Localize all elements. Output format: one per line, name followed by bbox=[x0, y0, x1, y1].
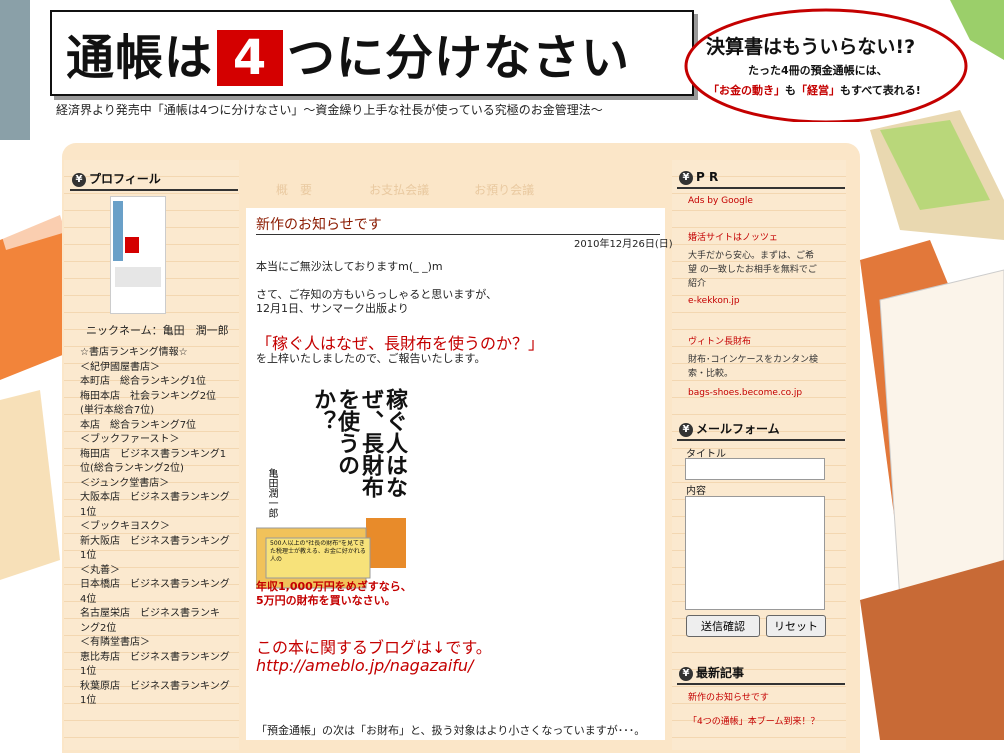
ranking-line: (単行本総合7位) bbox=[80, 405, 155, 416]
ranking-line: 秋葉原店 ビジネス書ランキング bbox=[80, 680, 230, 692]
ad-title-link[interactable]: ヴィトン長財布 bbox=[688, 334, 751, 347]
mail-body-textarea[interactable] bbox=[685, 496, 825, 610]
ad-description: 財布･コインケースをカンタン検 bbox=[688, 355, 819, 365]
post-paragraph: 「預金通帳」の次は「お財布」と、扱う対象はより小さくなっていますが･･･。 bbox=[256, 724, 646, 737]
ranking-line: 本店 総合ランキング7位 bbox=[80, 419, 197, 431]
ranking-line: 梅田本店 社会ランキング2位 bbox=[80, 390, 217, 402]
reset-button[interactable]: リセット bbox=[766, 615, 826, 637]
ranking-line: 恵比寿店 ビジネス書ランキング bbox=[80, 651, 230, 663]
ranking-line: 日本橋店 ビジネス書ランキング bbox=[80, 579, 230, 590]
ad-description: 大手だから安心。まずは、ご希 bbox=[688, 251, 815, 261]
book-cover-image[interactable]: 稼ぐ人はなぜ、長財布を使うのか？ 亀田潤一郎 500人以上の"社長の財布"を見て… bbox=[256, 378, 414, 616]
post-title[interactable]: 新作のお知らせです bbox=[256, 214, 382, 234]
nav-item-deposit[interactable]: お預り会議 bbox=[454, 175, 554, 205]
nav-bar: 概 要 お支払会議 お預り会議 bbox=[244, 175, 668, 205]
book-cover-title: 稼ぐ人はなぜ、長財布を使うのか？ bbox=[310, 388, 407, 498]
ranking-line: ＜ブックキヨスク＞ bbox=[80, 521, 170, 532]
ranking-line: 大阪本店 ビジネス書ランキング bbox=[80, 492, 230, 503]
mail-form-heading: ¥ メールフォーム bbox=[677, 418, 845, 441]
mail-body-label: 内容 bbox=[686, 486, 706, 497]
ad-description: 索・比較。 bbox=[688, 369, 734, 379]
blog-title: 通帳は 4 つに分けなさい bbox=[66, 18, 630, 88]
send-confirm-button[interactable]: 送信確認 bbox=[686, 615, 760, 637]
book-cover-band-text: 500人以上の"社長の財布"を見てきた税理士が教える、お金に好かれる人の bbox=[270, 540, 366, 563]
ranking-line: 4位 bbox=[80, 593, 97, 605]
ranking-line: 位(総合ランキング2位) bbox=[80, 463, 184, 474]
ranking-line: 1位 bbox=[80, 695, 97, 706]
promo-headline: 決算書はもういらない!? bbox=[706, 36, 916, 58]
yen-icon: ¥ bbox=[679, 666, 693, 681]
profile-nickname: ニックネーム：亀田 潤一郎 bbox=[86, 324, 229, 337]
ranking-line: ング2位 bbox=[80, 622, 117, 634]
profile-heading: ¥ プロフィール bbox=[70, 168, 238, 191]
ranking-line: ＜ジュンク堂書店＞ bbox=[80, 477, 170, 489]
ranking-line: ☆書店ランキング情報☆ bbox=[80, 347, 188, 358]
ad-url-link[interactable]: bags-shoes.become.co.jp bbox=[688, 388, 802, 398]
ad-description: 紹介 bbox=[688, 279, 707, 289]
post-paragraph: 12月1日、サンマーク出版より bbox=[256, 302, 409, 315]
promo-line-2: たった4冊の預金通帳には、 bbox=[748, 64, 888, 77]
recent-post-link[interactable]: 新作のお知らせです bbox=[688, 690, 769, 703]
pr-heading: ¥ P R bbox=[677, 168, 845, 189]
blog-url-link[interactable]: http://ameblo.jp/nagazaifu/ bbox=[256, 656, 473, 675]
blog-header-banner[interactable]: 通帳は 4 つに分けなさい bbox=[50, 10, 694, 96]
ranking-line: ＜有隣堂書店＞ bbox=[80, 637, 150, 648]
mail-title-input[interactable] bbox=[685, 458, 825, 480]
recent-posts-heading: ¥ 最新記事 bbox=[677, 662, 845, 685]
ad-description: 望 の一致したお相手を無料でご bbox=[688, 265, 817, 275]
ad-url-link[interactable]: e-kekkon.jp bbox=[688, 296, 740, 306]
ranking-list: ☆書店ランキング情報☆ ＜紀伊國屋書店＞ 本町店 総合ランキング1位 梅田本店 … bbox=[80, 346, 238, 709]
ranking-line: ＜ブックファースト＞ bbox=[80, 434, 180, 445]
ranking-line: 梅田店 ビジネス書ランキング1 bbox=[80, 448, 227, 460]
ranking-line: ＜紀伊國屋書店＞ bbox=[80, 361, 160, 373]
blog-pointer-text: この本に関するブログは↓です。 bbox=[256, 638, 492, 657]
post-date: 2010年12月26日(日) bbox=[574, 239, 673, 250]
profile-book-image[interactable] bbox=[110, 196, 166, 314]
title-part-2: つに分けなさい bbox=[287, 30, 631, 86]
ranking-line: 本町店 総合ランキング1位 bbox=[80, 376, 207, 387]
promo-badge: 決算書はもういらない!? たった4冊の預金通帳には、 「お金の動き」も「経営」も… bbox=[678, 4, 968, 122]
yen-icon: ¥ bbox=[72, 172, 86, 187]
yen-icon: ¥ bbox=[679, 170, 693, 185]
ranking-line: 1位 bbox=[80, 666, 97, 677]
recent-post-link[interactable]: 「4つの通帳」本ブーム到来！？ bbox=[688, 714, 819, 727]
yen-icon: ¥ bbox=[679, 422, 693, 437]
book-cover-band-line-3: 5万円の財布を買いなさい。 bbox=[256, 594, 396, 607]
title-number: 4 bbox=[217, 30, 284, 86]
nav-item-overview[interactable]: 概 要 bbox=[244, 175, 344, 205]
ranking-line: 名古屋栄店 ビジネス書ランキ bbox=[80, 608, 220, 619]
book-cover-icon bbox=[111, 197, 165, 313]
blog-subtitle: 経済界より発売中「通帳は4つに分けなさい」～資金繰り上手な社長が使っている究極の… bbox=[56, 103, 603, 117]
post-paragraph: 本当にご無沙汰しておりますm(_ _)m bbox=[256, 260, 443, 273]
ranking-line: 1位 bbox=[80, 506, 97, 518]
promo-line-3: 「お金の動き」も「経営」もすべて表れる! bbox=[708, 84, 921, 97]
title-part-1: 通帳は bbox=[66, 30, 214, 86]
ranking-line: 1位 bbox=[80, 550, 97, 561]
ad-title-link[interactable]: 婚活サイトはノッツェ bbox=[688, 230, 778, 243]
nav-item-payment[interactable]: お支払会議 bbox=[349, 175, 449, 205]
ranking-line: ＜丸善＞ bbox=[80, 564, 120, 576]
post-paragraph: を上梓いたしましたので、ご報告いたします。 bbox=[256, 352, 486, 365]
ranking-line: 新大阪店 ビジネス書ランキング bbox=[80, 535, 230, 547]
book-cover-author: 亀田潤一郎 bbox=[266, 468, 277, 518]
ads-by-google-link[interactable]: Ads by Google bbox=[688, 196, 753, 206]
